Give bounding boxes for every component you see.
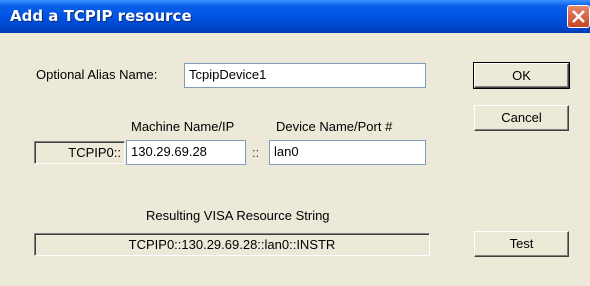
device-input[interactable]: lan0 (269, 140, 426, 165)
prefix-field: TCPIP0:: (34, 141, 125, 164)
separator-label: :: (252, 145, 260, 160)
close-icon (572, 10, 585, 23)
resource-string-field: TCPIP0::130.29.69.28::lan0::INSTR (34, 233, 430, 256)
ok-button[interactable]: OK (473, 62, 570, 89)
test-button[interactable]: Test (474, 231, 569, 257)
device-label: Device Name/Port # (276, 119, 393, 134)
alias-label: Optional Alias Name: (36, 67, 158, 82)
cancel-button[interactable]: Cancel (474, 105, 569, 131)
title-bar[interactable]: Add a TCPIP resource (0, 0, 590, 33)
machine-label: Machine Name/IP (131, 119, 235, 134)
close-button[interactable] (567, 5, 590, 28)
dialog-window: Add a TCPIP resource Optional Alias Name… (0, 0, 590, 286)
resource-label: Resulting VISA Resource String (146, 208, 330, 223)
alias-input[interactable]: TcpipDevice1 (184, 63, 426, 88)
machine-input[interactable]: 130.29.69.28 (126, 140, 246, 165)
window-title: Add a TCPIP resource (10, 7, 192, 25)
